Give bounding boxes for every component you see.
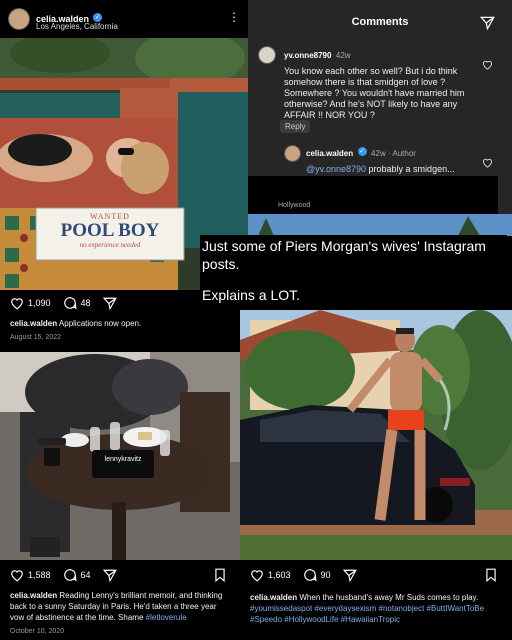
like-count: 1,090 — [28, 298, 51, 308]
comment-count: 64 — [80, 570, 91, 580]
overlay-text-box: Just some of Piers Morgan's wives' Insta… — [200, 235, 507, 310]
bookmark-icon[interactable] — [214, 568, 226, 582]
comment-mention[interactable]: @yv.onne8790 — [306, 164, 366, 174]
heart-icon[interactable] — [10, 569, 24, 582]
paris-post: lennykravitz 1,588 64 celia.walden Readi… — [0, 352, 240, 640]
post-caption: celia.walden Reading Lenny's brilliant m… — [10, 590, 232, 623]
comments-panel: Comments yv.onne8790 42w You know each o… — [248, 0, 512, 176]
like-count: 1,588 — [28, 570, 51, 580]
comment-text: You know each other so well? But i do th… — [284, 66, 465, 120]
share-icon[interactable] — [102, 297, 117, 310]
comment-text: probably a smidgen... — [368, 164, 455, 174]
verified-icon: ✓ — [357, 147, 367, 157]
post-date: August 15, 2022 — [10, 334, 61, 341]
send-icon[interactable] — [480, 16, 495, 30]
partial-caption: Hollywood — [278, 202, 311, 209]
post-date: October 10, 2020 — [10, 628, 65, 635]
sign-subtitle: no experience needed — [79, 241, 141, 249]
author-avatar[interactable] — [284, 145, 301, 162]
overlay-line-2: Explains a LOT. — [202, 287, 301, 303]
caption-text: When the husband's away Mr Suds comes to… — [299, 593, 479, 602]
overlay-line-1: Just some of Piers Morgan's wives' Insta… — [202, 238, 486, 272]
comment-count: 48 — [80, 298, 91, 308]
caption-text: Applications now open. — [58, 319, 142, 328]
post-header: celia.walden ✓ Los Angeles, California ⋮ — [0, 0, 248, 38]
commenter-avatar[interactable] — [258, 46, 276, 64]
post-caption: celia.walden When the husband's away Mr … — [250, 592, 506, 625]
comment-username[interactable]: yv.onne8790 — [284, 51, 331, 60]
comment-icon[interactable] — [303, 568, 317, 582]
post-actions: 1,603 90 — [250, 568, 357, 582]
comment-count: 90 — [320, 570, 331, 580]
car-post: 1,603 90 celia.walden When the husband's… — [240, 310, 512, 640]
heart-icon[interactable] — [250, 569, 264, 582]
comments-title: Comments — [351, 16, 409, 28]
partial-post: Hollywood — [248, 176, 512, 236]
reply-button[interactable]: Reply — [280, 120, 311, 133]
caption-username[interactable]: celia.walden — [250, 593, 297, 602]
bookmark-icon[interactable] — [485, 568, 497, 582]
comment-time: 42w · Author — [371, 149, 416, 158]
caption-hashtags[interactable]: #youmissedaspot #everydaysexism #notanob… — [250, 604, 484, 624]
more-options-icon[interactable]: ⋮ — [228, 11, 240, 23]
comment-2: celia.walden ✓ 42w · Author @yv.onne8790… — [306, 143, 476, 175]
phone-screen-label: lennykravitz — [104, 456, 142, 463]
post-caption: celia.walden Applications now open. — [10, 318, 240, 329]
comment-icon[interactable] — [63, 296, 77, 310]
car-photo — [240, 310, 512, 560]
heart-icon[interactable] — [482, 158, 493, 168]
location[interactable]: Los Angeles, California — [36, 22, 118, 31]
comment-icon[interactable] — [63, 568, 77, 582]
post-actions: 1,090 48 — [10, 296, 117, 310]
caption-hashtag[interactable]: #letloverule — [146, 613, 187, 622]
caption-username[interactable]: celia.walden — [10, 591, 57, 600]
verified-icon: ✓ — [93, 13, 103, 23]
heart-icon[interactable] — [10, 297, 24, 310]
sign-pool-boy: POOL BOY — [60, 220, 160, 241]
comment-1: yv.onne8790 42w You know each other so w… — [284, 45, 474, 121]
like-count: 1,603 — [268, 570, 291, 580]
avatar[interactable] — [8, 8, 30, 30]
caption-username[interactable]: celia.walden — [10, 319, 57, 328]
comment-username[interactable]: celia.walden — [306, 149, 353, 158]
post-actions: 1,588 64 — [10, 568, 117, 582]
comment-time: 42w — [335, 51, 351, 60]
paris-photo: lennykravitz — [0, 352, 240, 560]
heart-icon[interactable] — [482, 60, 493, 70]
share-icon[interactable] — [102, 569, 117, 582]
pool-boy-sign: WANTED POOL BOY no experience needed — [36, 208, 184, 260]
share-icon[interactable] — [342, 569, 357, 582]
